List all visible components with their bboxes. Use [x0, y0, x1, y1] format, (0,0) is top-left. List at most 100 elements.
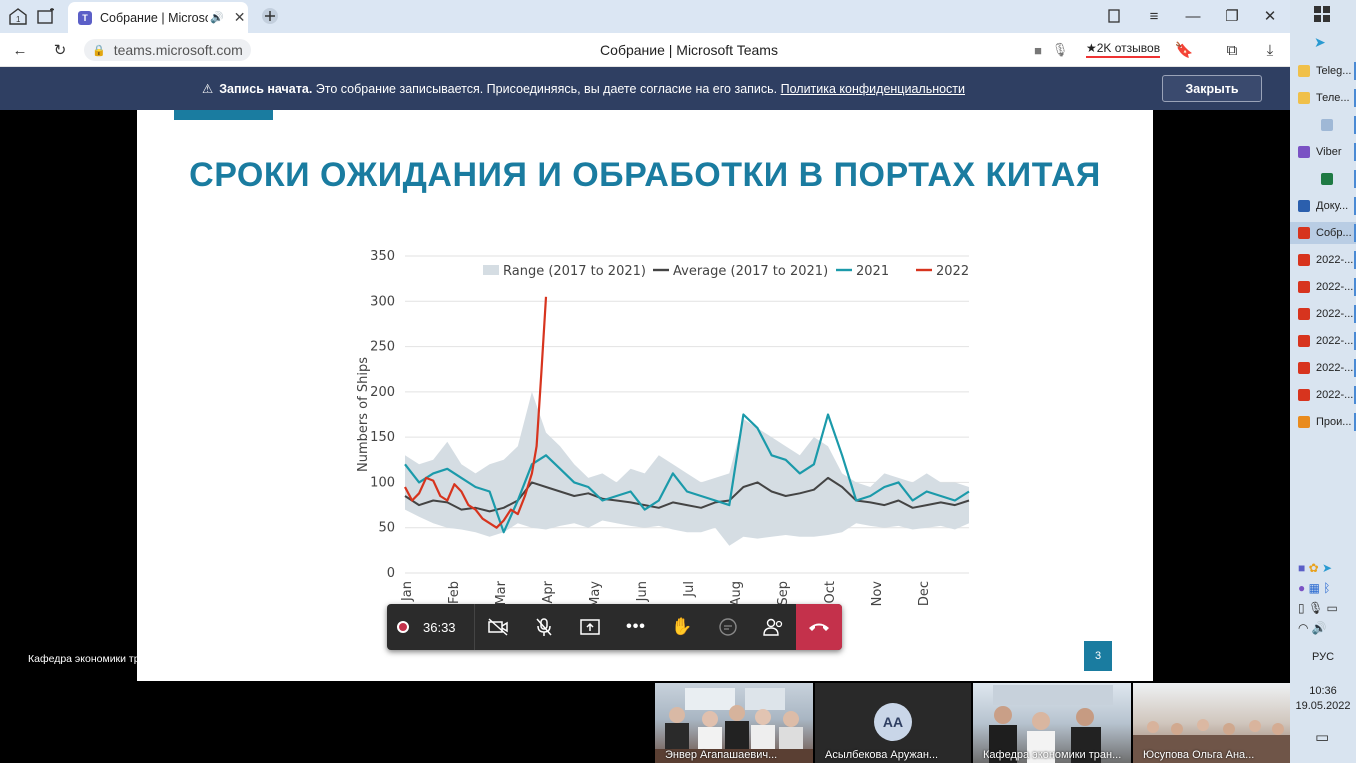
pinned-app-icon[interactable]: ➤ — [1314, 34, 1326, 51]
camera-off-button[interactable] — [475, 604, 521, 650]
taskbar-app-item[interactable]: Доку... — [1290, 195, 1356, 217]
teams-tray-icon[interactable]: ■ — [1298, 561, 1305, 575]
reviews-badge[interactable]: ★2K отзывов — [1086, 41, 1161, 58]
recording-indicator: 36:33 — [397, 604, 477, 650]
back-icon[interactable]: ← — [8, 39, 32, 61]
hang-up-button[interactable] — [796, 604, 842, 650]
volume-icon[interactable]: 🔊 — [1312, 621, 1327, 635]
bluetooth-icon[interactable]: ᛒ — [1323, 581, 1330, 595]
app-icon — [1321, 173, 1333, 185]
chat-icon — [719, 618, 737, 636]
wifi-icon[interactable]: ◠ — [1298, 621, 1308, 635]
home-icon[interactable]: 1 — [6, 5, 30, 27]
participants-button[interactable] — [751, 604, 797, 650]
app-icon — [1298, 200, 1310, 212]
tab-teams-meeting[interactable]: T Собрание | Microsoft Teams 🔊 ✕ — [68, 2, 248, 33]
grid-tray-icon[interactable]: ▦ — [1309, 581, 1320, 595]
taskbar-app-item[interactable]: Teleg... — [1290, 60, 1356, 82]
app-icon — [1298, 362, 1310, 374]
meeting-timer: 36:33 — [423, 619, 456, 635]
chat-button[interactable] — [705, 604, 751, 650]
battery-icon[interactable]: ▭ — [1327, 601, 1338, 615]
hand-icon: ✋ — [671, 617, 693, 636]
raise-hand-button[interactable]: ✋ — [659, 604, 705, 650]
language-indicator[interactable]: РУС — [1290, 651, 1356, 663]
shared-slide: СРОКИ ОЖИДАНИЯ И ОБРАБОТКИ В ПОРТАХ КИТА… — [137, 110, 1153, 681]
app-icon — [1298, 146, 1310, 158]
y-tick-label: 350 — [370, 249, 395, 264]
tab-title: Собрание | Microsoft Teams — [100, 10, 208, 25]
close-tab-icon[interactable]: ✕ — [234, 9, 246, 26]
app-icon — [1321, 119, 1333, 131]
x-tick-label: Apr — [541, 580, 556, 603]
x-tick-label: Jun — [635, 581, 650, 602]
new-tab-button[interactable] — [258, 5, 282, 27]
windows-start-icon[interactable] — [1314, 6, 1330, 22]
share-button[interactable] — [567, 604, 613, 650]
download-icon[interactable]: ⤓ — [1258, 39, 1282, 61]
taskbar-app-item[interactable]: 2022-... — [1290, 357, 1356, 379]
close-banner-button[interactable]: Закрыть — [1162, 75, 1262, 102]
viber-tray-icon[interactable]: ● — [1298, 581, 1305, 595]
people-icon — [763, 618, 783, 636]
reload-icon[interactable]: ↻ — [48, 39, 72, 61]
legend-2021: 2021 — [856, 264, 889, 279]
taskbar-app-label: Доку... — [1316, 200, 1349, 212]
more-actions-button[interactable]: ••• — [613, 604, 659, 650]
slide-number: 3 — [1084, 641, 1112, 671]
participant-tile[interactable]: Кафедра экономики тран... — [973, 683, 1131, 763]
clock-time[interactable]: 10:36 — [1290, 685, 1356, 697]
taskbar-app-item[interactable]: Viber — [1290, 141, 1356, 163]
menu-icon[interactable]: ≡ — [1142, 5, 1166, 27]
close-window-icon[interactable]: ✕ — [1258, 5, 1282, 27]
privacy-link[interactable]: Политика конфиденциальности — [781, 82, 965, 96]
taskbar-app-item[interactable]: Теле... — [1290, 87, 1356, 109]
recording-banner: ⚠ Запись начата. Это собрание записываетс… — [0, 67, 1290, 110]
taskbar-app-item[interactable]: 2022-... — [1290, 330, 1356, 352]
taskbar-app-item[interactable] — [1290, 114, 1356, 136]
url-field[interactable]: 🔒 teams.microsoft.com — [84, 39, 251, 61]
taskbar-app-item[interactable]: 2022-... — [1290, 249, 1356, 271]
new-tab-group-icon[interactable] — [34, 5, 58, 27]
speaker-icon[interactable]: 🔊 — [210, 11, 224, 24]
camera-off-icon — [488, 618, 508, 636]
x-tick-label: Nov — [870, 581, 885, 607]
x-tick-label: Sep — [776, 581, 791, 606]
participant-tile[interactable]: Юсупова Ольга Ана... — [1133, 683, 1290, 763]
app-icon — [1298, 65, 1310, 77]
taskbar-app-item[interactable]: 2022-... — [1290, 384, 1356, 406]
legend-range: Range (2017 to 2021) — [503, 264, 646, 279]
x-tick-label: Mar — [494, 580, 509, 605]
avatar: AA — [874, 703, 912, 741]
bookmark-icon[interactable]: 🔖 — [1172, 39, 1196, 61]
taskbar-app-item[interactable] — [1290, 168, 1356, 190]
y-tick-label: 250 — [370, 340, 395, 355]
restore-icon[interactable]: ❐ — [1220, 5, 1244, 27]
taskbar-app-label: 2022-... — [1316, 362, 1354, 374]
taskbar-app-item[interactable]: 2022-... — [1290, 303, 1356, 325]
slide-footer: Кафедра экономики транспорта и финансов — [28, 653, 245, 665]
taskbar-app-item[interactable]: Собр... — [1290, 222, 1356, 244]
camera-icon[interactable]: ■ — [1026, 39, 1050, 61]
x-tick-label: Jan — [400, 581, 415, 602]
taskbar-app-item[interactable]: 2022-... — [1290, 276, 1356, 298]
taskbar-app-label: 2022-... — [1316, 389, 1354, 401]
minimize-icon[interactable]: — — [1181, 5, 1205, 27]
mic-tray-icon[interactable]: 🎙 — [1308, 601, 1323, 615]
tray-app-icon[interactable]: ✿ — [1309, 561, 1319, 575]
participant-tile[interactable]: AA Асылбекова Аружан... — [815, 683, 971, 763]
usb-icon[interactable]: ▯ — [1298, 601, 1305, 615]
mic-icon[interactable]: 🎙 — [1048, 39, 1072, 61]
tray-icons: ■ ✿ ➤ ● ▦ ᛒ ▯ 🎙 ▭ ◠ 🔊 — [1298, 558, 1350, 638]
telegram-tray-icon[interactable]: ➤ — [1322, 561, 1332, 575]
collections-icon[interactable]: ⧉ — [1220, 39, 1244, 61]
bookmarks-panel-icon[interactable] — [1102, 5, 1126, 27]
banner-text: ⚠ Запись начата. Это собрание записываетс… — [202, 82, 966, 96]
x-tick-label: Feb — [447, 581, 462, 604]
taskbar-app-item[interactable]: Прои... — [1290, 411, 1356, 433]
mute-button[interactable] — [521, 604, 567, 650]
app-icon — [1298, 416, 1310, 428]
notifications-icon[interactable]: ▭ — [1315, 728, 1329, 746]
clock-date[interactable]: 19.05.2022 — [1290, 700, 1356, 712]
participant-tile[interactable]: Энвер Агапашаевич... — [655, 683, 813, 763]
